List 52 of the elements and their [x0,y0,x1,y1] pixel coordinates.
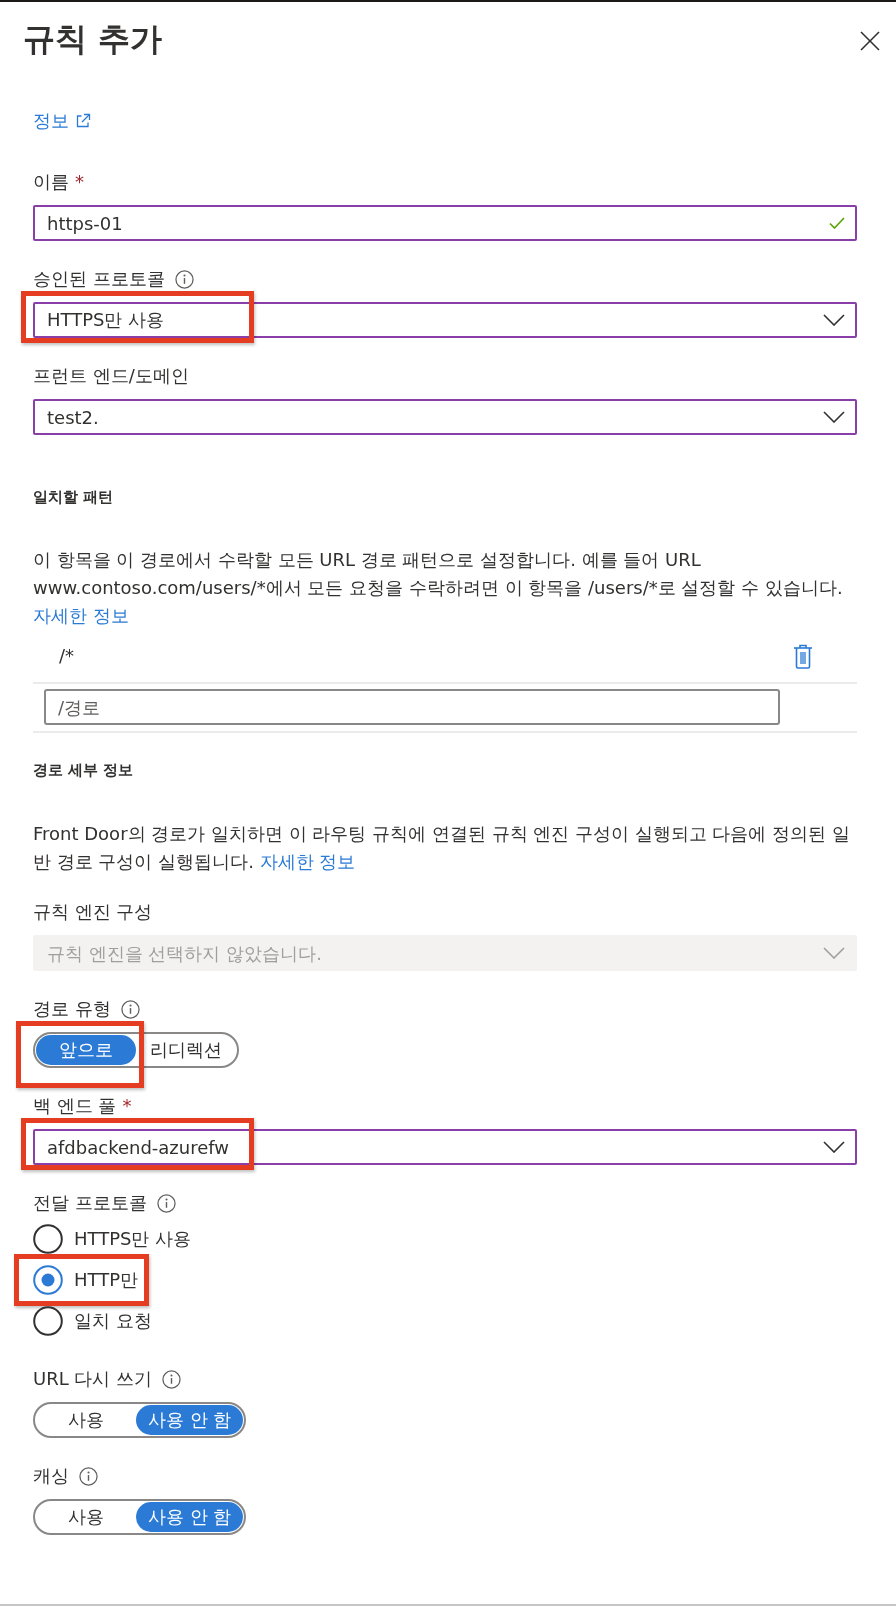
chevron-down-icon [823,314,845,326]
radio-label[interactable]: 일치 요청 [74,1309,152,1332]
toggle-option[interactable]: 앞으로 [36,1035,136,1065]
field-label: 백 엔드 풀 [33,1095,117,1117]
toggle-option[interactable]: 사용 [36,1502,136,1532]
delete-button[interactable] [793,643,813,669]
description-text: 이 항목을 이 경로에서 수락할 모든 URL 경로 패턴으로 설정합니다. 예를 들어 URL www.contoso.com/users/*에서 모든 요청을 수락하려면 이 항목을 /users/*로 설정할 수 있습니다. 자세한 정보 [33,548,844,628]
close-icon [860,31,880,51]
dropdown[interactable]: test2. [33,399,857,435]
info-icon[interactable] [156,1193,176,1213]
description-text: Front Door의 경로가 일치하면 이 라우팅 규칙에 연결된 규칙 엔진 구성이 실행되고 다음에 정의된 일반 경로 구성이 실행됩니다. 자세한 정보 [33,822,851,874]
trash-icon [793,643,813,669]
radio-button[interactable] [33,1223,63,1254]
toggle-option[interactable]: 사용 안 함 [136,1405,244,1435]
chevron-down-icon [823,411,845,423]
field-label: 경로 유형 [33,998,111,1020]
field-label: 승인된 프로토콜 [33,268,165,290]
close-button[interactable] [860,31,880,51]
radio-label[interactable]: HTTP만 [74,1268,139,1291]
info-link[interactable]: 정보 [33,109,91,133]
field-label: 규칙 엔진 구성 [33,901,153,923]
learn-more-link[interactable]: 자세한 정보 [33,605,129,626]
info-icon[interactable] [174,269,194,289]
pattern-input[interactable]: /경로 [44,689,780,725]
info-icon[interactable] [79,1466,98,1486]
radio-label[interactable]: HTTPS만 사용 [74,1227,192,1250]
field-label: 이름 [33,171,69,193]
field-label: 프런트 엔드/도메인 [33,365,189,387]
chevron-down-icon [823,1141,845,1153]
external-link-icon [75,113,91,129]
toggle-option[interactable]: 사용 [36,1405,136,1435]
required-mark: * [122,1095,132,1117]
required-mark: * [75,171,84,193]
info-icon[interactable] [120,999,140,1019]
section-heading: 경로 세부 정보 [33,760,135,780]
field-label: 캐싱 [33,1465,69,1487]
text-field[interactable]: https-01 [33,205,857,241]
learn-more-link[interactable]: 자세한 정보 [259,851,356,872]
chevron-down-icon [823,947,845,959]
toggle-option[interactable]: 사용 안 함 [136,1502,244,1532]
dropdown[interactable]: afdbackend-azurefw [33,1129,857,1165]
toggle-option[interactable]: 리디렉션 [136,1035,236,1065]
dropdown[interactable]: HTTPS만 사용 [33,302,857,338]
field-label: 전달 프로토콜 [33,1192,147,1214]
section-heading: 일치할 패턴 [33,487,115,507]
pattern-text: /* [58,644,75,668]
radio-button[interactable] [33,1264,63,1295]
info-icon[interactable] [162,1369,182,1389]
dropdown: 규칙 엔진을 선택하지 않았습니다. [33,935,857,971]
radio-button[interactable] [33,1305,63,1336]
field-label: URL 다시 쓰기 [33,1368,153,1390]
panel-title: 규칙 추가 [23,19,163,59]
